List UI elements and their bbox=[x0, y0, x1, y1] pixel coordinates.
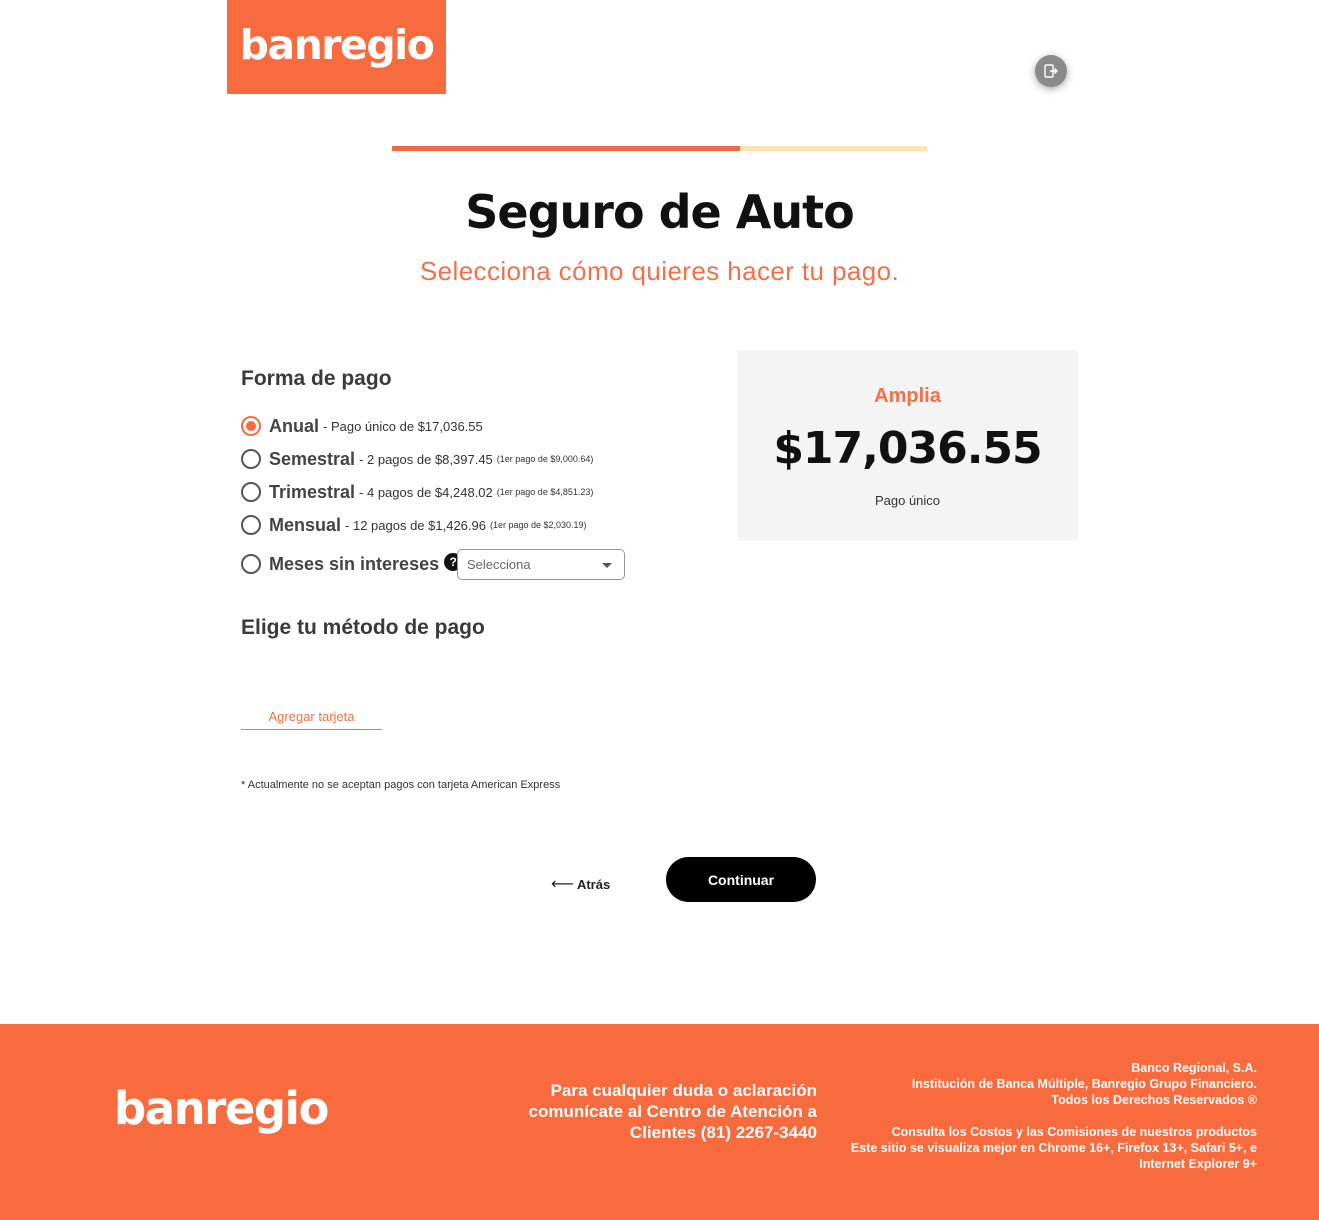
logout-button[interactable] bbox=[1035, 55, 1067, 87]
logout-icon bbox=[1044, 64, 1058, 78]
payment-form-title: Forma de pago bbox=[241, 367, 392, 390]
chevron-down-icon bbox=[602, 563, 612, 568]
footer-logo[interactable]: banregio bbox=[114, 1086, 329, 1131]
footer-contact-line: Clientes (81) 2267-3440 bbox=[629, 1123, 817, 1142]
amex-note: * Actualmente no se aceptan pagos con ta… bbox=[241, 779, 561, 791]
payment-option-semestral[interactable]: Semestral - 2 pagos de $8,397.45 (1er pa… bbox=[241, 448, 593, 470]
payment-option-msi[interactable]: Meses sin intereses ? bbox=[241, 553, 463, 575]
payment-method-title: Elige tu método de pago bbox=[241, 616, 485, 639]
payment-option-mensual[interactable]: Mensual - 12 pagos de $1,426.96 (1er pag… bbox=[241, 514, 587, 536]
footer: banregio Para cualquier duda o aclaració… bbox=[0, 1024, 1319, 1220]
footer-legal-line: Este sitio se visualiza mejor en Chrome … bbox=[850, 1141, 1257, 1155]
footer-contact-line: Para cualquier duda o aclaración bbox=[550, 1081, 817, 1100]
radio-mensual[interactable] bbox=[241, 515, 261, 535]
option-name: Trimestral bbox=[269, 481, 356, 502]
payment-option-trimestral[interactable]: Trimestral - 4 pagos de $4,248.02 (1er p… bbox=[241, 481, 593, 503]
footer-legal-line: Todos los Derechos Reservados ® bbox=[1051, 1093, 1257, 1107]
payment-option-anual[interactable]: Anual - Pago único de $17,036.55 bbox=[241, 415, 483, 437]
option-detail: - 12 pagos de $1,426.96 bbox=[345, 517, 486, 533]
radio-msi[interactable] bbox=[241, 554, 261, 574]
option-detail: - 4 pagos de $4,248.02 bbox=[359, 484, 493, 500]
page-title: Seguro de Auto bbox=[465, 185, 854, 239]
footer-legal-line: Institución de Banca Múltiple, Banregio … bbox=[911, 1077, 1257, 1091]
page-subtitle: Selecciona cómo quieres hacer tu pago. bbox=[419, 256, 900, 286]
radio-anual[interactable] bbox=[241, 416, 261, 436]
option-name: Meses sin intereses bbox=[269, 553, 440, 574]
brand-logo-text: banregio bbox=[239, 20, 435, 69]
footer-costs-link[interactable]: Consulta los Costos y las Comisiones de … bbox=[817, 1124, 1257, 1140]
footer-contact: Para cualquier duda o aclaración comuníc… bbox=[517, 1080, 817, 1143]
footer-legal: Banco Regional, S.A. Institución de Banc… bbox=[817, 1060, 1257, 1172]
continue-button[interactable]: Continuar bbox=[666, 857, 816, 902]
footer-legal-line: Banco Regional, S.A. bbox=[1131, 1061, 1257, 1075]
option-name: Mensual bbox=[269, 514, 342, 535]
back-button[interactable]: ⟵ Atrás bbox=[551, 874, 610, 894]
price-summary-card: Amplia $17,036.55 Pago único bbox=[737, 350, 1078, 541]
brand-logo[interactable]: banregio bbox=[227, 0, 446, 94]
radio-semestral[interactable] bbox=[241, 449, 261, 469]
summary-label: Pago único bbox=[874, 493, 941, 508]
msi-select-value: Selecciona bbox=[467, 557, 531, 572]
progress-bar bbox=[392, 146, 927, 151]
arrow-left-icon: ⟵ bbox=[551, 876, 574, 893]
option-name: Anual bbox=[269, 415, 320, 436]
option-first-payment: (1er pago de $9,000.64) bbox=[496, 454, 594, 464]
option-first-payment: (1er pago de $2,030.19) bbox=[489, 520, 587, 530]
option-detail: - Pago único de $17,036.55 bbox=[323, 418, 483, 434]
back-label: Atrás bbox=[576, 876, 611, 892]
summary-plan: Amplia bbox=[874, 385, 941, 407]
summary-price: $17,036.55 bbox=[773, 423, 1042, 474]
radio-trimestral[interactable] bbox=[241, 482, 261, 502]
option-name: Semestral bbox=[269, 448, 356, 469]
footer-legal-line: Internet Explorer 9+ bbox=[1139, 1157, 1257, 1171]
radio-dot bbox=[246, 421, 256, 431]
msi-select[interactable]: Selecciona bbox=[457, 549, 625, 580]
progress-fill bbox=[392, 146, 740, 151]
footer-contact-line: comunícate al Centro de Atención a bbox=[528, 1102, 817, 1121]
option-first-payment: (1er pago de $4,851.23) bbox=[496, 487, 594, 497]
add-card-link[interactable]: Agregar tarjeta bbox=[241, 708, 382, 730]
option-detail: - 2 pagos de $8,397.45 bbox=[359, 451, 493, 467]
